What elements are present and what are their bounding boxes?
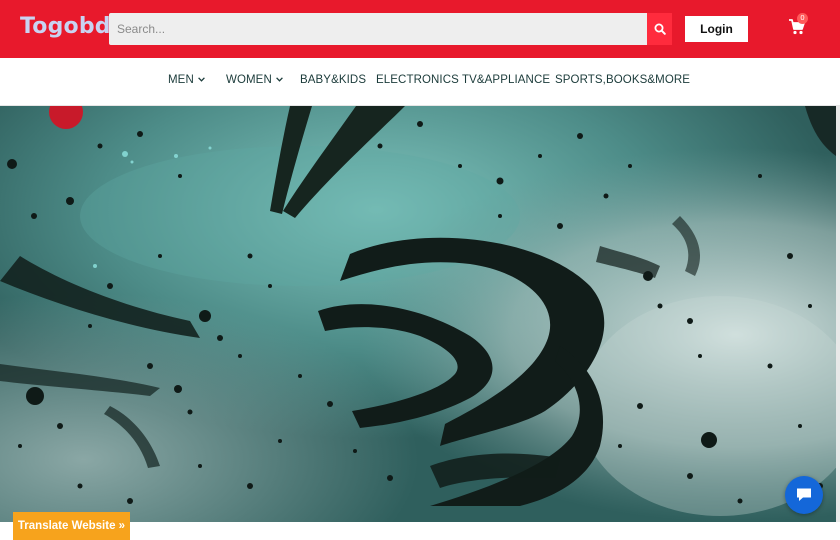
login-button[interactable]: Login xyxy=(685,16,748,42)
cart-count-badge: 0 xyxy=(797,13,808,24)
category-nav: MEN WOMEN BABY&KIDS ELECTRONICS TV&APPLI… xyxy=(0,58,840,106)
translate-website-button[interactable]: Translate Website » xyxy=(13,512,130,540)
hero-banner-image xyxy=(0,106,836,522)
header-bar: Togobd Login 0 xyxy=(0,0,840,58)
nav-item-sports-books-more[interactable]: SPORTS,BOOKS&MORE xyxy=(555,74,690,86)
search-icon xyxy=(654,23,666,35)
hero-banner xyxy=(0,106,836,522)
nav-item-electronics[interactable]: ELECTRONICS xyxy=(376,74,459,86)
page-scrollbar[interactable] xyxy=(836,106,840,540)
nav-item-women[interactable]: WOMEN xyxy=(226,74,283,86)
nav-item-label: SPORTS,BOOKS&MORE xyxy=(555,74,691,86)
chat-bubble-icon xyxy=(797,488,811,501)
nav-item-men[interactable]: MEN xyxy=(168,74,205,86)
search-button[interactable] xyxy=(647,13,672,45)
chevron-down-icon xyxy=(197,77,205,83)
search-input[interactable] xyxy=(109,13,647,45)
nav-item-label: ELECTRONICS xyxy=(376,74,459,86)
chevron-down-icon xyxy=(275,77,283,83)
nav-item-label: TV&APPLIANCE xyxy=(462,74,551,86)
site-logo[interactable]: Togobd xyxy=(20,14,111,39)
nav-item-label: WOMEN xyxy=(226,74,272,86)
nav-item-tv-appliance[interactable]: TV&APPLIANCE xyxy=(462,74,550,86)
nav-item-baby-kids[interactable]: BABY&KIDS xyxy=(300,74,366,86)
nav-item-label: MEN xyxy=(168,74,194,86)
nav-item-label: BABY&KIDS xyxy=(300,74,367,86)
chat-button[interactable] xyxy=(785,476,823,514)
